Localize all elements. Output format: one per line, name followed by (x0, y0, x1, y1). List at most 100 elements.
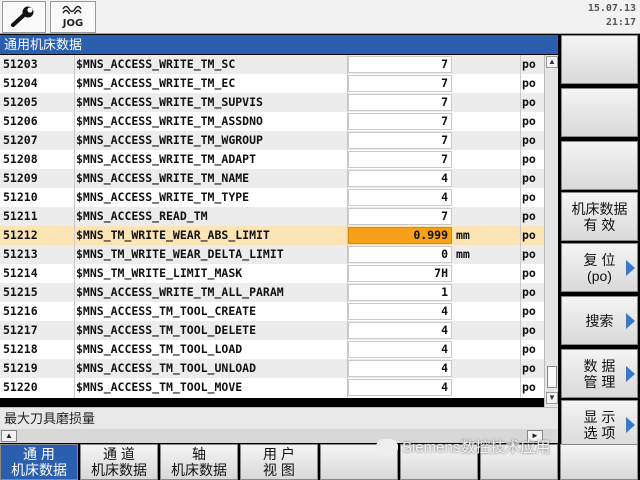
param-value-field[interactable]: 7 (348, 94, 452, 111)
scroll-left-icon[interactable]: ▲ (1, 430, 17, 442)
param-number: 51210 (3, 190, 38, 204)
scroll-down-icon[interactable]: ▼ (546, 392, 558, 404)
param-activation: po (522, 76, 536, 90)
param-number: 51206 (3, 114, 38, 128)
param-activation: po (522, 152, 536, 166)
param-activation: po (522, 133, 536, 147)
vertical-softkey-1[interactable] (561, 35, 638, 84)
table-row[interactable]: 51218 $MNS_ACCESS_TM_TOOL_LOAD 4 po (0, 340, 544, 359)
param-name: $MNS_ACCESS_TM_TOOL_UNLOAD (76, 361, 257, 375)
table-row[interactable]: 51204 $MNS_ACCESS_WRITE_TM_EC 7 po (0, 74, 544, 93)
param-name: $MNS_ACCESS_WRITE_TM_TYPE (76, 190, 250, 204)
table-row[interactable]: 51208 $MNS_ACCESS_WRITE_TM_ADAPT 7 po (0, 150, 544, 169)
param-value-field[interactable]: 7 (348, 151, 452, 168)
vertical-softkey-5[interactable]: 复 位 (po) (561, 243, 638, 292)
param-activation: po (522, 171, 536, 185)
vertical-softkey-6[interactable]: 搜索 (561, 296, 638, 345)
param-value-field[interactable]: 4 (348, 303, 452, 320)
machine-data-table: 51203 $MNS_ACCESS_WRITE_TM_SC 7 po 51204 $MNS… (0, 55, 544, 398)
table-row[interactable]: 51215 $MNS_ACCESS_WRITE_TM_ALL_PARAM 1 po (0, 283, 544, 302)
param-name: $MNS_ACCESS_TM_TOOL_DELETE (76, 323, 257, 337)
table-row[interactable]: 51220 $MNS_ACCESS_TM_TOOL_MOVE 4 po (0, 378, 544, 397)
column-divider (347, 55, 348, 398)
softkey-label: 复 位 (583, 251, 616, 268)
param-activation: po (522, 247, 536, 261)
scroll-thumb[interactable] (547, 366, 557, 388)
table-row[interactable]: 51219 $MNS_ACCESS_TM_TOOL_UNLOAD 4 po (0, 359, 544, 378)
param-name: $MNS_ACCESS_WRITE_TM_ADAPT (76, 152, 257, 166)
softkey-label: 视 图 (263, 462, 295, 478)
table-row[interactable]: 51206 $MNS_ACCESS_WRITE_TM_ASSDNO 7 po (0, 112, 544, 131)
vertical-softkey-3[interactable] (561, 141, 638, 190)
submenu-arrow-icon (626, 312, 635, 329)
table-row[interactable]: 51217 $MNS_ACCESS_TM_TOOL_DELETE 4 po (0, 321, 544, 340)
table-row[interactable]: 51211 $MNS_ACCESS_READ_TM 7 po (0, 207, 544, 226)
vertical-softkey-8[interactable]: 显 示选 项 (561, 400, 638, 449)
table-row[interactable]: 51212 $MNS_TM_WRITE_WEAR_ABS_LIMIT 0.999 mm… (0, 226, 544, 245)
softkey-label: 机床数据 (571, 200, 628, 217)
param-value-field[interactable]: 4 (348, 341, 452, 358)
table-row[interactable]: 51205 $MNS_ACCESS_WRITE_TM_SUPVIS 7 po (0, 93, 544, 112)
wrench-icon[interactable] (2, 1, 46, 33)
jog-wave-icon (51, 4, 95, 17)
param-number: 51217 (3, 323, 38, 337)
param-value-field[interactable]: 4 (348, 360, 452, 377)
column-divider (74, 55, 75, 398)
param-number: 51208 (3, 152, 38, 166)
table-row[interactable]: 51209 $MNS_ACCESS_WRITE_TM_NAME 4 po (0, 169, 544, 188)
wechat-logo-icon (376, 438, 398, 455)
jog-mode-indicator[interactable]: JOG (50, 1, 96, 33)
param-value-field[interactable]: 4 (348, 379, 452, 396)
param-value-field[interactable]: 0.999 (348, 227, 452, 244)
top-status-bar: JOG 15.07.13 21:17 (0, 0, 640, 34)
param-activation: po (522, 380, 536, 394)
param-number: 51218 (3, 342, 38, 356)
param-unit: mm (456, 247, 470, 261)
param-number: 51219 (3, 361, 38, 375)
param-unit: mm (456, 228, 470, 242)
param-value-field[interactable]: 7 (348, 113, 452, 130)
vertical-softkey-2[interactable] (561, 88, 638, 137)
vertical-scrollbar[interactable]: ▲ ▼ (544, 55, 558, 408)
table-row[interactable]: 51214 $MNS_TM_WRITE_LIMIT_MASK 7H po (0, 264, 544, 283)
param-name: $MNS_TM_WRITE_WEAR_DELTA_LIMIT (76, 247, 284, 261)
submenu-arrow-icon (626, 416, 635, 433)
table-row[interactable]: 51213 $MNS_TM_WRITE_WEAR_DELTA_LIMIT 0 mm po (0, 245, 544, 264)
softkey-label: 通 用 (23, 446, 55, 462)
vertical-softkey-4[interactable]: 机床数据有 效 (561, 192, 638, 241)
param-name: $MNS_ACCESS_WRITE_TM_WGROUP (76, 133, 263, 147)
param-activation: po (522, 228, 536, 242)
horizontal-softkey-1[interactable]: 通 用机床数据 (0, 444, 78, 480)
table-row[interactable]: 51210 $MNS_ACCESS_WRITE_TM_TYPE 4 po (0, 188, 544, 207)
table-row[interactable]: 51207 $MNS_ACCESS_WRITE_TM_WGROUP 7 po (0, 131, 544, 150)
softkey-label: 机床数据 (11, 462, 67, 478)
scroll-up-icon[interactable]: ▲ (546, 56, 558, 68)
table-row[interactable]: 51203 $MNS_ACCESS_WRITE_TM_SC 7 po (0, 55, 544, 74)
horizontal-softkey-3[interactable]: 轴机床数据 (160, 444, 238, 480)
param-number: 51220 (3, 380, 38, 394)
param-value-field[interactable]: 7 (348, 132, 452, 149)
param-activation: po (522, 95, 536, 109)
param-name: $MNS_ACCESS_WRITE_TM_EC (76, 76, 236, 90)
horizontal-softkey-4[interactable]: 用 户视 图 (240, 444, 318, 480)
parameter-description: 最大刀具磨损量 (0, 407, 558, 429)
param-value-field[interactable]: 4 (348, 322, 452, 339)
param-value-field[interactable]: 7 (348, 56, 452, 73)
vertical-softkey-7[interactable]: 数 据管 理 (561, 349, 638, 398)
param-value-field[interactable]: 7H (348, 265, 452, 282)
param-number: 51214 (3, 266, 38, 280)
softkey-label: 选 项 (583, 424, 616, 441)
param-value-field[interactable]: 7 (348, 208, 452, 225)
param-value-field[interactable]: 1 (348, 284, 452, 301)
submenu-arrow-icon (626, 365, 635, 382)
param-value-field[interactable]: 7 (348, 75, 452, 92)
horizontal-softkey-8[interactable] (560, 444, 638, 480)
table-row[interactable]: 51216 $MNS_ACCESS_TM_TOOL_CREATE 4 po (0, 302, 544, 321)
param-value-field[interactable]: 4 (348, 170, 452, 187)
submenu-arrow-icon (626, 259, 635, 276)
param-activation: po (522, 342, 536, 356)
param-value-field[interactable]: 0 (348, 246, 452, 263)
horizontal-softkey-2[interactable]: 通 道机床数据 (80, 444, 158, 480)
param-value-field[interactable]: 4 (348, 189, 452, 206)
param-activation: po (522, 266, 536, 280)
